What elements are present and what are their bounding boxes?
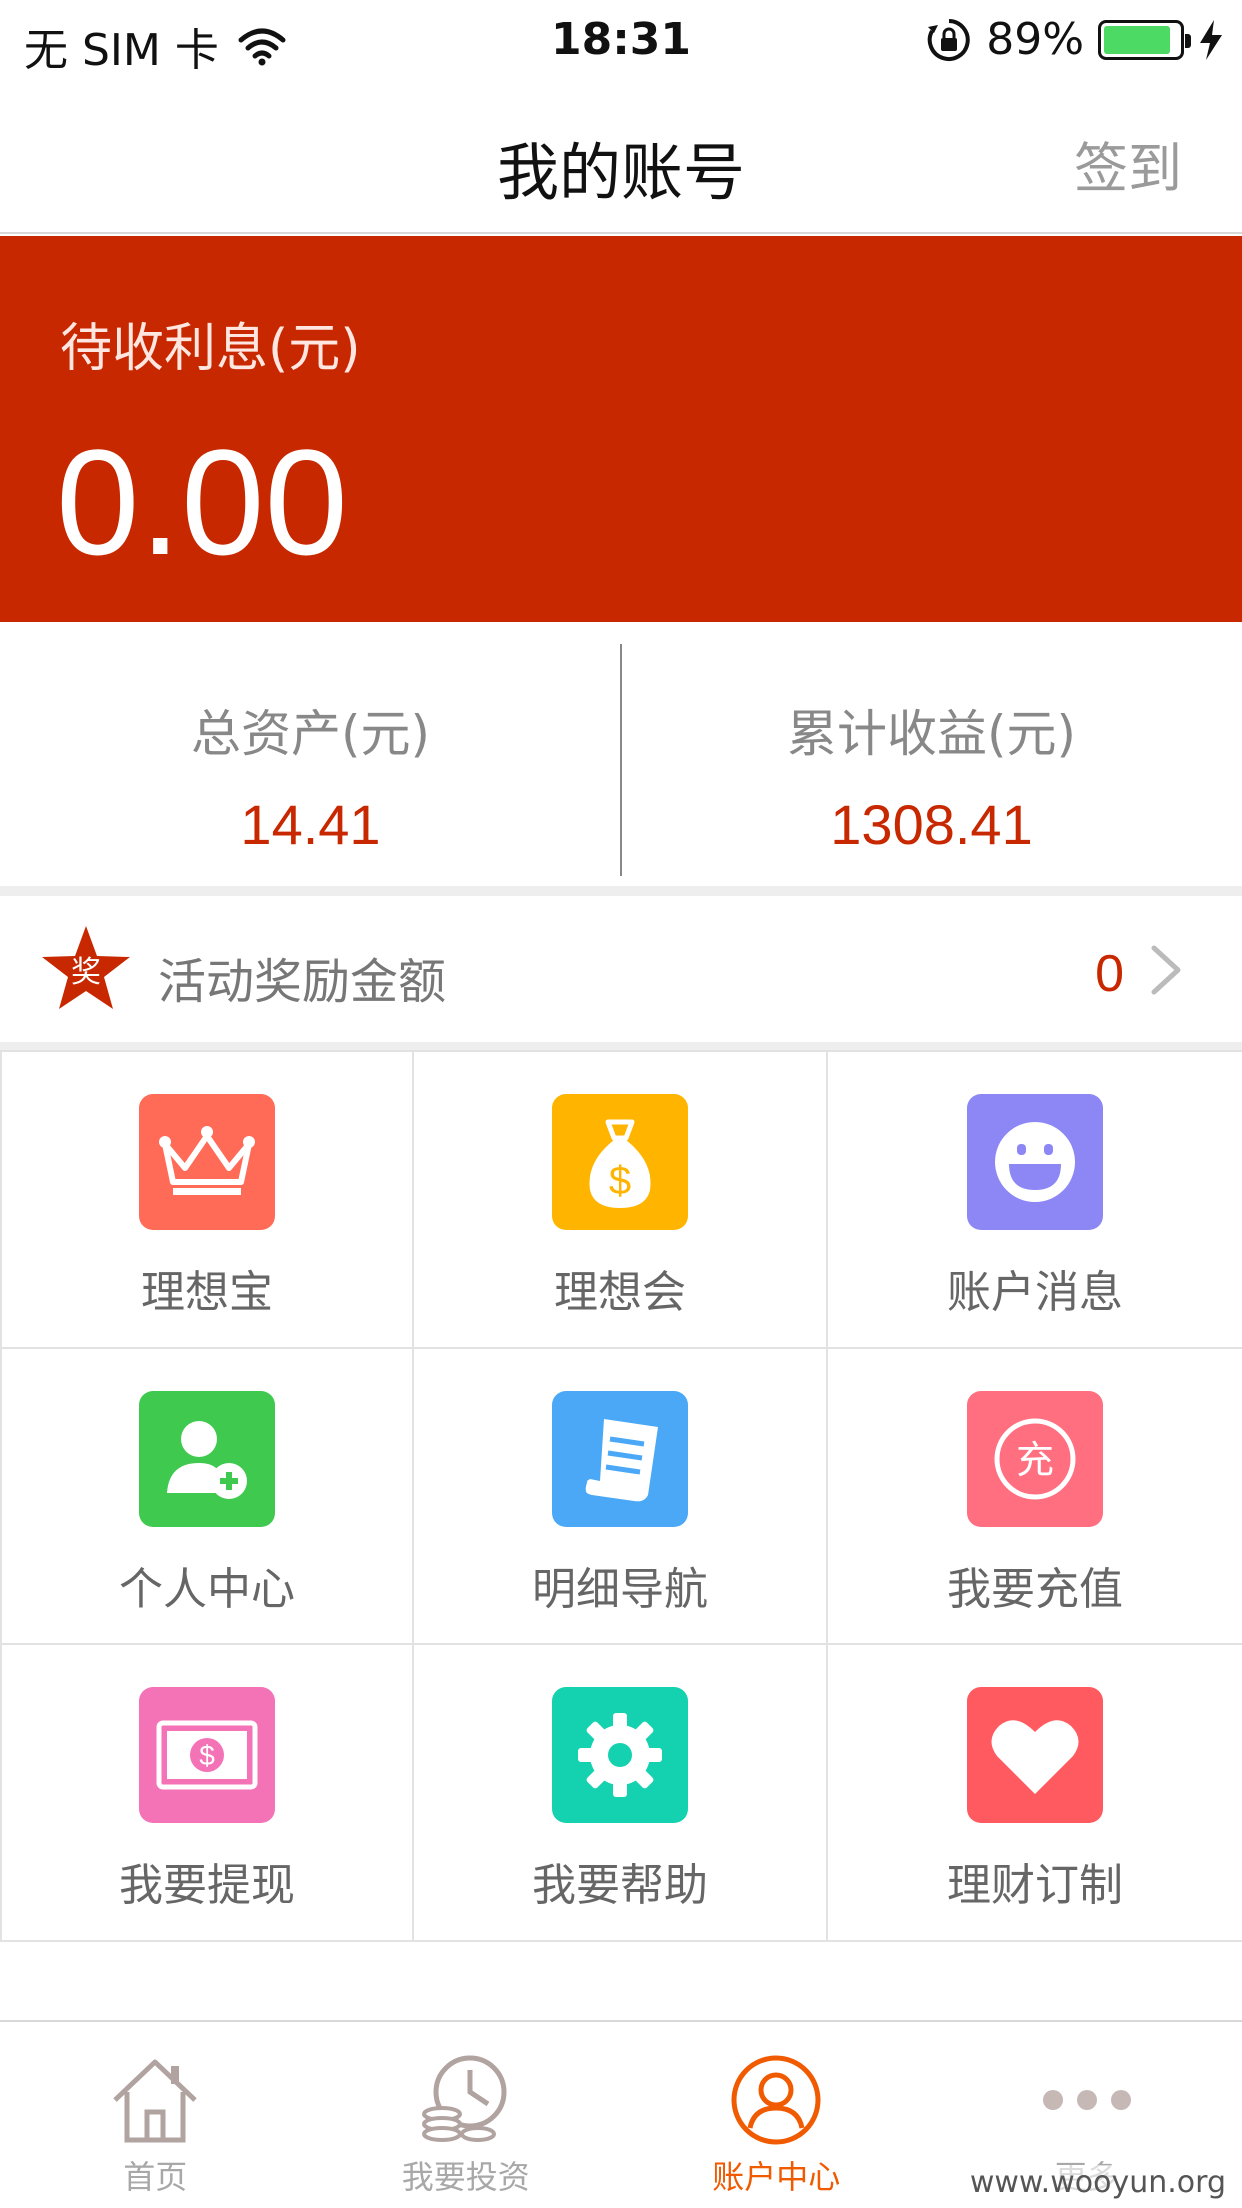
reward-label: 活动奖励金额 [158,954,447,1010]
tab-label: 账户中心 [712,2158,841,2196]
status-bar: 无 SIM 卡 18:31 89% [0,0,1242,84]
reward-row[interactable]: 奖 活动奖励金额 0 [0,896,1242,1042]
cash-icon: $ [139,1687,275,1824]
watermark: www.wooyun.org [969,2165,1226,2200]
grid-item-lixiangbao[interactable]: 理想宝 [0,1052,414,1349]
page-title: 我的账号 [496,136,745,209]
pending-interest-value: 0.00 [56,418,348,586]
reward-count: 0 [1095,945,1124,1003]
svg-text:$: $ [609,1159,631,1203]
battery-icon [1098,19,1191,60]
reward-star-icon: 奖 [42,926,130,1009]
battery-fill [1104,25,1170,54]
total-earnings: 累计收益(元) 1308.41 [621,622,1242,886]
tab-label: 首页 [123,2158,188,2196]
tab-account-center[interactable]: 账户中心 [621,2022,932,2208]
account-icon [731,2055,821,2145]
grid-item-custom-finance[interactable]: 理财订制 [828,1645,1242,1942]
receipt-icon [552,1390,688,1527]
grid-item-label: 我要提现 [119,1860,295,1912]
total-assets-value: 14.41 [240,793,381,856]
grid-item-label: 账户消息 [947,1267,1123,1318]
pending-interest-label: 待收利息(元) [60,319,361,379]
chevron-right-icon [1151,945,1181,995]
total-assets: 总资产(元) 14.41 [0,622,621,886]
grid-item-recharge[interactable]: 充 我要充值 [828,1349,1242,1646]
grid-item-label: 个人中心 [119,1563,295,1615]
coins-clock-icon [421,2055,507,2142]
stat-divider [620,644,622,876]
more-dots-icon [1042,2090,1131,2110]
charging-bolt-icon [1200,19,1222,60]
grid-item-detail-navigation[interactable]: 明细导航 [414,1348,828,1646]
signin-button[interactable]: 签到 [1074,124,1182,203]
grid-item-label: 理财订制 [947,1860,1123,1912]
user-add-icon [139,1390,275,1527]
asset-stats: 总资产(元) 14.41 累计收益(元) 1308.41 [0,622,1242,886]
tab-home[interactable]: 首页 [0,2022,311,2208]
status-right: 89% [926,14,1224,65]
wifi-icon [238,28,286,66]
rotation-lock-icon [927,18,970,61]
grid-item-help[interactable]: 我要帮助 [414,1645,828,1942]
gear-icon [552,1687,688,1824]
recharge-icon: 充 [967,1390,1103,1527]
heart-icon [967,1687,1103,1824]
tab-label: 我要投资 [401,2158,530,2196]
crown-icon [139,1094,275,1230]
feature-grid: 理想宝 $ 理想会 账户消息 个人中心 明细导航 充 我要充值 $ 我要提现 我… [0,1050,1242,1942]
grid-item-label: 我要帮助 [532,1860,708,1912]
recharge-icon-glyph: 充 [1016,1438,1054,1482]
money-bag-icon: $ [552,1094,688,1230]
grid-item-account-messages[interactable]: 账户消息 [828,1052,1242,1349]
grid-item-label: 理想会 [554,1267,686,1318]
grid-item-withdraw[interactable]: $ 我要提现 [0,1645,414,1942]
section-separator [0,886,1242,896]
reward-badge-text: 奖 [71,955,101,990]
home-icon [113,2059,197,2143]
svg-text:$: $ [199,1740,215,1771]
smiley-icon [967,1094,1103,1230]
total-earnings-label: 累计收益(元) [786,705,1076,763]
total-earnings-value: 1308.41 [830,793,1033,856]
battery-percent: 89% [986,14,1084,65]
grid-item-label: 明细导航 [532,1563,708,1615]
total-assets-label: 总资产(元) [190,705,430,763]
grid-item-personal-center[interactable]: 个人中心 [0,1348,414,1646]
pending-interest-panel: 待收利息(元) 0.00 [0,236,1242,622]
tab-invest[interactable]: 我要投资 [311,2022,622,2208]
grid-item-label: 我要充值 [947,1563,1123,1615]
grid-item-label: 理想宝 [141,1267,273,1318]
carrier-label: 无 SIM 卡 [24,25,219,76]
nav-bar: 我的账号 签到 [0,84,1242,234]
grid-item-lixianghui[interactable]: $ 理想会 [414,1052,828,1349]
status-left: 无 SIM 卡 [24,14,287,78]
